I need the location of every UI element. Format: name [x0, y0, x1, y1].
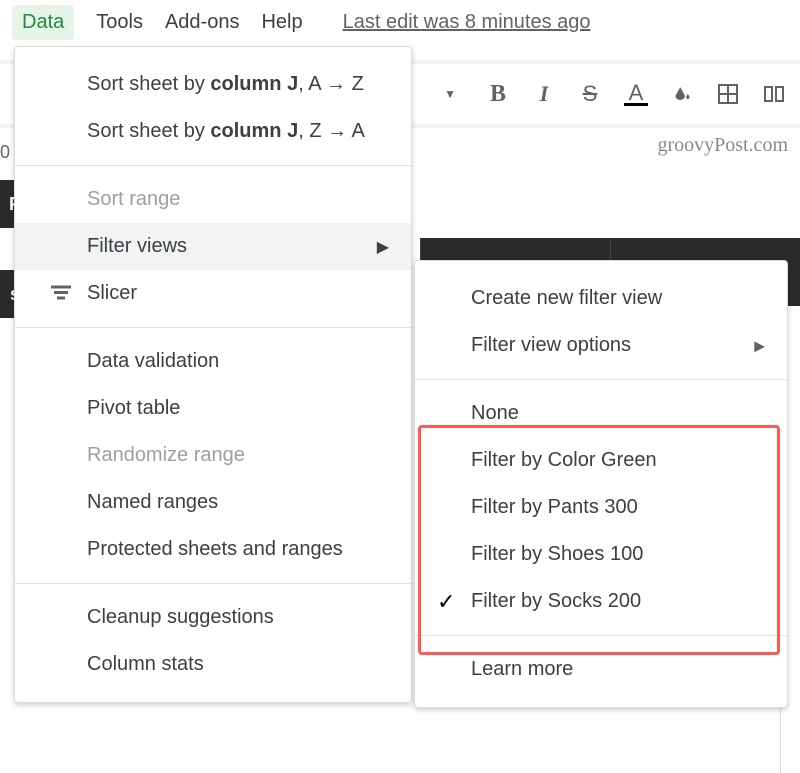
menu-sort-az-label: Sort sheet by column J, A → Z — [87, 73, 364, 96]
menu-data-validation-label: Data validation — [87, 350, 219, 373]
submenu-none[interactable]: None — [415, 390, 787, 437]
submenu-caret-icon: ▶ — [377, 237, 389, 257]
last-edit-link[interactable]: Last edit was 8 minutes ago — [343, 11, 591, 34]
menu-sort-za-label: Sort sheet by column J, Z → A — [87, 120, 365, 143]
menu-slicer-label: Slicer — [87, 282, 137, 305]
submenu-options-label: Filter view options — [471, 334, 631, 356]
fill-color-icon[interactable] — [670, 82, 694, 106]
submenu-learn-more-label: Learn more — [471, 658, 573, 680]
menu-separator — [15, 165, 411, 166]
font-dropdown-caret-icon[interactable]: ▼ — [444, 87, 456, 101]
menu-named-ranges[interactable]: Named ranges — [15, 479, 411, 526]
menu-sort-range-label: Sort range — [87, 188, 180, 211]
menu-pivot-table-label: Pivot table — [87, 397, 180, 420]
slicer-icon — [51, 282, 71, 305]
menu-cleanup-suggestions[interactable]: Cleanup suggestions — [15, 594, 411, 641]
submenu-filter-view-3[interactable]: ✓ Filter by Socks 200 — [415, 578, 787, 625]
menu-data[interactable]: Data — [12, 5, 74, 40]
menu-sort-range: Sort range — [15, 176, 411, 223]
borders-icon[interactable] — [716, 82, 740, 106]
menu-help[interactable]: Help — [261, 11, 302, 34]
menu-filter-views[interactable]: Filter views ▶ — [15, 223, 411, 270]
menu-named-ranges-label: Named ranges — [87, 491, 218, 514]
menubar: Data Tools Add-ons Help Last edit was 8 … — [0, 0, 800, 44]
submenu-filter-view-0-label: Filter by Color Green — [471, 449, 657, 471]
menu-randomize-range: Randomize range — [15, 432, 411, 479]
data-menu-dropdown: Sort sheet by column J, A → Z Sort sheet… — [14, 46, 412, 703]
submenu-filter-view-0[interactable]: Filter by Color Green — [415, 437, 787, 484]
submenu-caret-icon: ▶ — [754, 337, 765, 354]
toolbar-right-group: ▼ B I S A — [444, 82, 790, 106]
menu-sort-za[interactable]: Sort sheet by column J, Z → A — [15, 108, 411, 155]
submenu-filter-view-1-label: Filter by Pants 300 — [471, 496, 638, 518]
submenu-separator — [415, 635, 787, 636]
menu-sort-az[interactable]: Sort sheet by column J, A → Z — [15, 61, 411, 108]
menu-pivot-table[interactable]: Pivot table — [15, 385, 411, 432]
submenu-filter-view-2-label: Filter by Shoes 100 — [471, 543, 643, 565]
menu-protected-sheets-label: Protected sheets and ranges — [87, 538, 343, 561]
menu-separator — [15, 327, 411, 328]
font-color-icon[interactable]: A — [624, 82, 648, 106]
watermark-text: groovyPost.com — [657, 134, 788, 157]
submenu-filter-view-options[interactable]: Filter view options ▶ — [415, 322, 787, 369]
menu-tools[interactable]: Tools — [96, 11, 143, 34]
menu-cleanup-label: Cleanup suggestions — [87, 606, 274, 629]
filter-views-submenu: Create new filter view Filter view optio… — [414, 260, 788, 708]
submenu-none-label: None — [471, 402, 519, 424]
submenu-filter-view-1[interactable]: Filter by Pants 300 — [415, 484, 787, 531]
menu-randomize-range-label: Randomize range — [87, 444, 245, 467]
menu-addons[interactable]: Add-ons — [165, 11, 240, 34]
submenu-separator — [415, 379, 787, 380]
italic-icon[interactable]: I — [532, 82, 556, 106]
menu-data-validation[interactable]: Data validation — [15, 338, 411, 385]
toolbar-truncated-number: 0 — [0, 142, 10, 163]
menu-filter-views-label: Filter views — [87, 235, 187, 258]
submenu-filter-view-3-label: Filter by Socks 200 — [471, 590, 641, 612]
menu-column-stats-label: Column stats — [87, 653, 204, 676]
submenu-create-filter-view[interactable]: Create new filter view — [415, 275, 787, 322]
menu-protected-sheets[interactable]: Protected sheets and ranges — [15, 526, 411, 573]
strikethrough-icon[interactable]: S — [578, 82, 602, 106]
submenu-filter-view-2[interactable]: Filter by Shoes 100 — [415, 531, 787, 578]
submenu-create-label: Create new filter view — [471, 287, 662, 309]
menu-separator — [15, 583, 411, 584]
merge-cells-icon[interactable] — [762, 82, 786, 106]
menu-slicer[interactable]: Slicer — [15, 270, 411, 317]
bold-icon[interactable]: B — [486, 82, 510, 106]
submenu-learn-more[interactable]: Learn more — [415, 646, 787, 693]
check-icon: ✓ — [437, 589, 455, 615]
menu-column-stats[interactable]: Column stats — [15, 641, 411, 688]
